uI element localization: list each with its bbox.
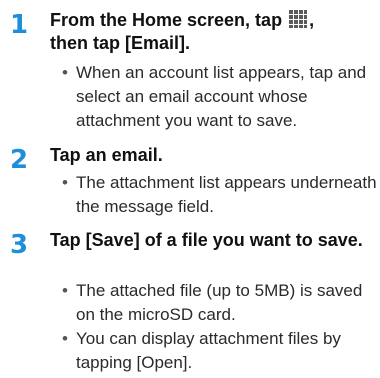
step-number: 2	[10, 145, 29, 175]
bullet-marker: •	[62, 281, 68, 300]
bullet-item: • The attachment list appears underneath…	[62, 171, 377, 219]
bullet-text: You can display attachment files by tapp…	[76, 329, 341, 372]
step-number: 3	[10, 230, 29, 260]
step-title-line2: then tap [Email].	[50, 33, 191, 53]
step-number: 1	[10, 10, 29, 40]
instruction-page: 1 From the Home screen, tap , then tap […	[0, 0, 380, 378]
apps-grid-icon	[288, 9, 308, 29]
bullet-marker: •	[62, 63, 68, 82]
bullet-item: • When an account list appears, tap and …	[62, 61, 377, 133]
bullet-marker: •	[62, 329, 68, 348]
bullet-marker: •	[62, 173, 68, 192]
step-title: Tap an email.	[50, 145, 163, 165]
step-title-comma: ,	[309, 10, 315, 30]
step-title: From the Home screen, tap , then tap [Em…	[50, 9, 375, 55]
bullet-text: When an account list appears, tap and se…	[76, 63, 367, 130]
step-title: Tap [Save] of a file you want to save.	[50, 230, 363, 250]
bullet-text: The attached file (up to 5MB) is saved o…	[76, 281, 363, 324]
bullet-item: • You can display attachment files by ta…	[62, 327, 377, 375]
bullet-text: The attachment list appears underneath t…	[76, 173, 377, 216]
step-title-text: From the Home screen, tap	[50, 10, 288, 30]
bullet-item: • The attached file (up to 5MB) is saved…	[62, 279, 377, 327]
